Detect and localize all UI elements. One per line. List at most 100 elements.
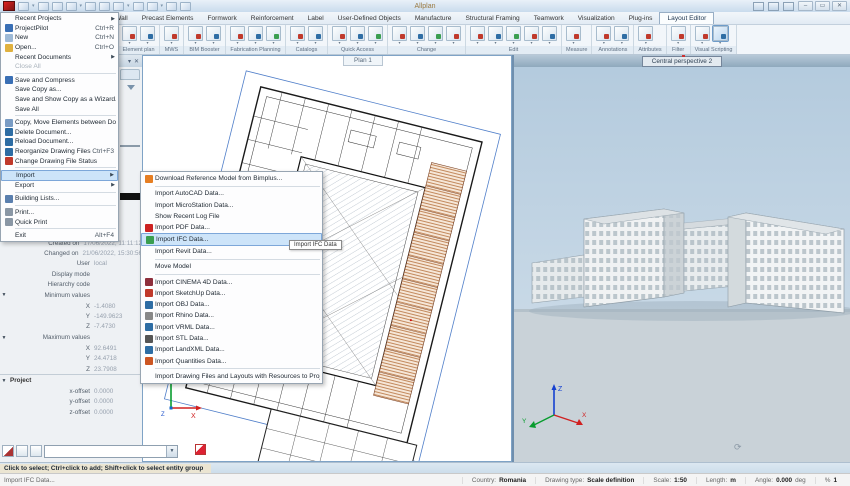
- menu-item-import[interactable]: Import▶: [1, 170, 118, 181]
- menu-item-reorganize-drawing-files[interactable]: Reorganize Drawing FilesCtrl+F3: [1, 147, 118, 157]
- refresh-view-icon[interactable]: ⟳: [734, 443, 742, 452]
- tool-icon[interactable]: ▾: [713, 26, 728, 45]
- chevron-down-icon[interactable]: ▾: [494, 41, 496, 45]
- chevron-down-icon[interactable]: ▾: [170, 41, 172, 45]
- chevron-down-icon[interactable]: ▾: [398, 41, 400, 45]
- chevron-down-icon[interactable]: ▾: [296, 41, 298, 45]
- help-icon[interactable]: [783, 2, 794, 11]
- favorites-combobox[interactable]: ▼: [44, 445, 178, 458]
- tool-icon[interactable]: ▾: [332, 26, 347, 45]
- wizard-icon[interactable]: [166, 2, 177, 11]
- tool-icon[interactable]: ▾: [410, 26, 425, 45]
- chevron-down-icon[interactable]: ▾: [356, 41, 358, 45]
- tool-icon[interactable]: ▾: [164, 26, 179, 45]
- submenu-item-show-recent-log-file[interactable]: Show Recent Log File: [141, 211, 322, 222]
- tab-precast-elements[interactable]: Precast Elements: [135, 12, 201, 24]
- chevron-down-icon[interactable]: ▾: [719, 41, 721, 45]
- chevron-down-icon[interactable]: ▾: [338, 41, 340, 45]
- menu-item-save-copy-as[interactable]: Save Copy as...: [1, 85, 118, 95]
- tab-structural-framing[interactable]: Structural Framing: [458, 12, 526, 24]
- tab-teamwork[interactable]: Teamwork: [527, 12, 571, 24]
- menu-item-save-and-compress[interactable]: Save and Compress: [1, 76, 118, 86]
- submenu-item-import-cinema-4d-data[interactable]: Import CINEMA 4D Data...: [141, 276, 322, 287]
- close-icon[interactable]: ✕: [134, 58, 139, 65]
- tool-icon[interactable]: ▾: [596, 26, 611, 45]
- collapse-arrow-icon[interactable]: ▼: [0, 378, 8, 384]
- submenu-item-import-vrml-data[interactable]: Import VRML Data...: [141, 322, 322, 333]
- filter-icon[interactable]: [127, 85, 135, 90]
- viewport-perspective-label[interactable]: Central perspective 2: [642, 56, 722, 67]
- chevron-down-icon[interactable]: ▾: [572, 41, 574, 45]
- chevron-down-icon[interactable]: ▾: [645, 41, 647, 45]
- transfer-properties-icon[interactable]: [30, 445, 42, 457]
- palette-icon[interactable]: [147, 2, 158, 11]
- chevron-down-icon[interactable]: ▾: [677, 41, 679, 45]
- redraw-icon[interactable]: [195, 444, 206, 455]
- chevron-down-icon[interactable]: ▾: [80, 3, 83, 9]
- chevron-down-icon[interactable]: ▾: [701, 41, 703, 45]
- tab-visualization[interactable]: Visualization: [571, 12, 622, 24]
- tool-icon[interactable]: ▾: [488, 26, 503, 45]
- submenu-item-import-pdf-data[interactable]: Import PDF Data...: [141, 222, 322, 233]
- chevron-down-icon[interactable]: ▼: [166, 446, 177, 457]
- menu-item-quick-print[interactable]: Quick Print: [1, 217, 118, 227]
- tool-icon[interactable]: ▾: [206, 26, 221, 45]
- minimize-button[interactable]: –: [798, 1, 813, 11]
- chevron-down-icon[interactable]: ▾: [194, 41, 196, 45]
- chevron-down-icon[interactable]: ▾: [236, 41, 238, 45]
- project-settings-icon[interactable]: [52, 2, 63, 11]
- chevron-down-icon[interactable]: ▾: [161, 3, 164, 9]
- shop-icon[interactable]: [768, 2, 779, 11]
- chevron-down-icon[interactable]: ▾: [621, 41, 623, 45]
- restore-button[interactable]: ▭: [815, 1, 830, 11]
- chevron-down-icon[interactable]: ▾: [146, 41, 148, 45]
- menu-item-export[interactable]: Export▶: [1, 181, 118, 191]
- menu-item-print[interactable]: Print...: [1, 208, 118, 218]
- menu-item-new[interactable]: NewCtrl+N: [1, 33, 118, 43]
- color-swatch[interactable]: [120, 193, 140, 200]
- tool-icon[interactable]: ▾: [671, 26, 686, 45]
- submenu-item-import-autocad-data[interactable]: Import AutoCAD Data...: [141, 188, 322, 199]
- bimplus-icon[interactable]: [753, 2, 764, 11]
- submenu-item-import-rhino-data[interactable]: Import Rhino Data...: [141, 310, 322, 321]
- menu-item-recent-documents[interactable]: Recent Documents▶: [1, 52, 118, 62]
- chevron-down-icon[interactable]: ▾: [127, 3, 130, 9]
- close-button[interactable]: ✕: [832, 1, 847, 11]
- chevron-down-icon[interactable]: ▾: [530, 41, 532, 45]
- tool-icon[interactable]: ▾: [470, 26, 485, 45]
- collapse-arrow-icon[interactable]: ▼: [0, 292, 8, 298]
- tool-icon[interactable]: ▾: [188, 26, 203, 45]
- menu-item-change-drawing-file-status[interactable]: Change Drawing File Status: [1, 156, 118, 166]
- chevron-down-icon[interactable]: ▾: [128, 41, 130, 45]
- tool-icon[interactable]: ▾: [266, 26, 281, 45]
- menu-item-exit[interactable]: ExitAlt+F4: [1, 231, 118, 241]
- menu-item-delete-document[interactable]: Delete Document...: [1, 128, 118, 138]
- tab-layout-editor[interactable]: Layout Editor: [659, 12, 714, 24]
- chevron-down-icon[interactable]: ▾: [374, 41, 376, 45]
- viewport-perspective-header[interactable]: Central perspective 2: [514, 55, 850, 67]
- menu-item-projectpilot[interactable]: ProjectPilotCtrl+R: [1, 24, 118, 34]
- tool-icon[interactable]: ▾: [290, 26, 305, 45]
- menu-item-recent-projects[interactable]: Recent Projects▶: [1, 14, 118, 24]
- tool-icon[interactable]: ▾: [524, 26, 539, 45]
- redo-icon[interactable]: [113, 2, 124, 11]
- submenu-item-import-microstation-data[interactable]: Import MicroStation Data...: [141, 200, 322, 211]
- tab-user-defined-objects[interactable]: User-Defined Objects: [331, 12, 408, 24]
- status-field-drawing-type[interactable]: Drawing type:Scale definition: [535, 477, 643, 484]
- submenu-item-import-stl-data[interactable]: Import STL Data...: [141, 333, 322, 344]
- property-section-project[interactable]: ▼Project: [0, 374, 142, 386]
- tool-icon[interactable]: ▾: [695, 26, 710, 45]
- tool-icon[interactable]: ▾: [368, 26, 383, 45]
- status-field-scale[interactable]: Scale:1:50: [643, 477, 696, 484]
- submenu-item-import-sketchup-data[interactable]: Import SketchUp Data...: [141, 288, 322, 299]
- submenu-item-import-quantities-data[interactable]: Import Quantities Data...: [141, 355, 322, 366]
- menu-item-building-lists[interactable]: Building Lists...: [1, 194, 118, 204]
- chevron-down-icon[interactable]: ▾: [32, 3, 35, 9]
- chevron-down-icon[interactable]: ▾: [548, 41, 550, 45]
- undo-icon[interactable]: [99, 2, 110, 11]
- actionbar-icon[interactable]: [133, 2, 144, 11]
- tool-icon[interactable]: ▾: [542, 26, 557, 45]
- property-section-maximum-values[interactable]: ▼Maximum values: [0, 332, 142, 343]
- copy-icon[interactable]: [85, 2, 96, 11]
- open-icon[interactable]: [18, 2, 29, 11]
